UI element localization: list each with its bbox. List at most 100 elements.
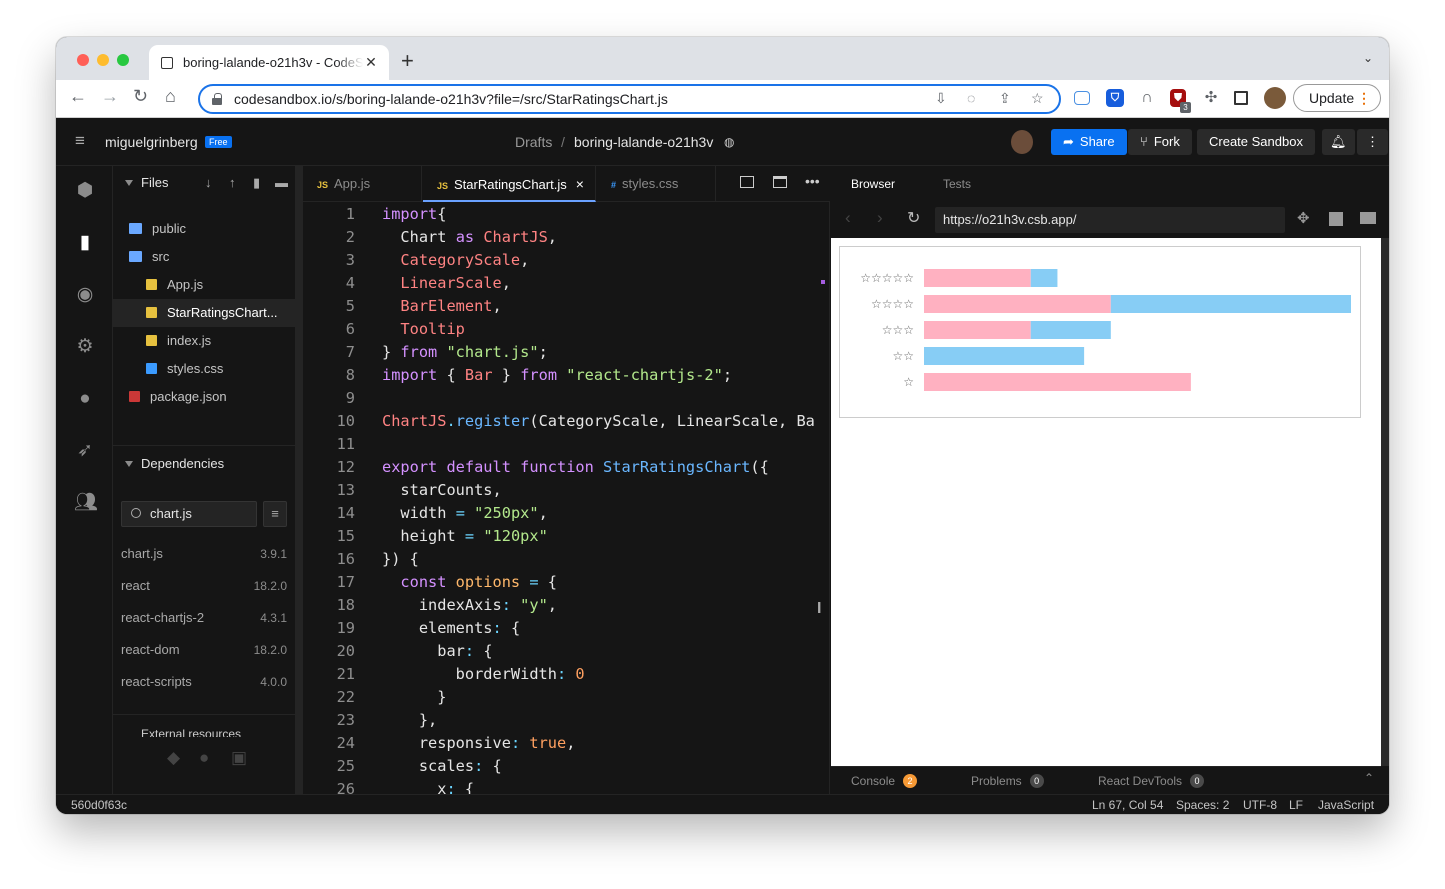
install-icon[interactable]: ⇩ [935,90,947,107]
file-item-package-json[interactable]: package.json [113,383,295,411]
home-icon[interactable]: ⌂ [165,86,176,107]
line-ending[interactable]: LF [1289,795,1303,814]
bar-series-0[interactable] [924,373,1191,391]
menu-icon[interactable]: ≡ [75,131,85,151]
file-item-index-js[interactable]: index.js [113,327,295,355]
sandbox-name[interactable]: boring-lalande-o21h3v [574,134,713,150]
more-tabs-icon[interactable]: ••• [805,173,820,189]
new-file-icon[interactable]: ▮ [253,166,260,200]
tab-app-js[interactable]: JS App.js [303,166,422,202]
browser-tab[interactable]: boring-lalande-o21h3v - CodeSandbox ✕ [149,45,389,80]
close-icon[interactable]: × [576,176,584,192]
file-item-styles-css[interactable]: styles.css [113,355,295,383]
collaborator-avatar[interactable] [1011,130,1033,154]
twitter-icon[interactable]: ◆ [167,748,180,768]
dependencies-section-header[interactable]: Dependencies [113,447,295,481]
back-icon[interactable]: ← [69,86,87,107]
close-window-button[interactable] [77,54,89,66]
github-icon[interactable]: ● [74,388,96,410]
create-sandbox-button[interactable]: Create Sandbox [1197,129,1315,155]
close-tab-icon[interactable]: ✕ [363,54,379,71]
line-number: 13 [336,481,355,499]
language-mode[interactable]: JavaScript [1318,795,1374,814]
preview-reload-icon[interactable]: ↻ [907,208,920,228]
file-item-app-js[interactable]: App.js [113,271,295,299]
discord-icon[interactable]: ▣ [231,748,247,768]
file-encoding[interactable]: UTF-8 [1243,795,1277,814]
fork-button[interactable]: ⑂ Fork [1128,129,1192,155]
forward-icon[interactable]: → [101,86,119,107]
file-item-starratingschart-js[interactable]: StarRatingsChart... [113,299,295,327]
dependency-item[interactable]: react 18.2.0 [121,570,287,602]
reload-icon[interactable]: ↻ [133,86,148,107]
tab-tests[interactable]: Tests [943,177,971,191]
bitwarden-icon[interactable]: ⛉ [1106,89,1124,107]
new-folder-icon[interactable]: ▬ [275,166,288,200]
side-panel-icon[interactable] [1234,91,1248,105]
dependency-item[interactable]: react-dom 18.2.0 [121,634,287,666]
tab-browser[interactable]: Browser [851,177,895,191]
code-area[interactable]: 1 2 3 4 5 6 7 8 9 10 11 12 13 14 15 16 17 18 19 20 21 22 23 24 2… [303,202,830,794]
tab-styles-css[interactable]: # styles.css [597,166,716,202]
extension-screenshot-icon[interactable] [1074,91,1090,105]
react-devtools-tab[interactable]: React DevTools 0 [1098,774,1205,788]
file-explorer-icon[interactable]: ▮ [74,232,96,254]
bookmark-star-icon[interactable]: ☆ [1031,90,1044,107]
dependency-item[interactable]: react-scripts 4.0.0 [121,666,287,698]
deploy-rocket-icon[interactable]: ➶ [74,440,96,462]
external-resources-header[interactable]: External resources [125,728,285,737]
upload-icon[interactable]: ↑ [229,166,236,200]
breadcrumb-drafts[interactable]: Drafts [515,134,552,150]
file-item-public[interactable]: public [113,215,295,243]
dependency-list-icon[interactable]: ≡ [263,501,287,527]
extension-arc-icon[interactable]: ∩ [1138,89,1156,107]
bar-series-1[interactable] [1110,295,1351,313]
globe-icon: ◍ [724,135,735,149]
preview-window-mode-icon[interactable] [1360,212,1376,224]
bar-series-1[interactable] [924,347,1085,365]
dependency-item[interactable]: chart.js 3.9.1 [121,538,287,570]
bar-series-1[interactable] [1030,321,1111,339]
dependency-search-input[interactable]: chart.js [121,501,257,527]
eye-off-icon[interactable]: ◌ [967,90,975,106]
preview-window-icon[interactable] [773,176,787,188]
preview-back-icon[interactable]: ‹ [845,208,851,228]
update-button[interactable]: Update ⋮ [1293,84,1381,112]
gear-icon[interactable]: ⚙ [74,336,96,358]
problems-tab[interactable]: Problems 0 [971,774,1044,788]
maximize-window-button[interactable] [117,54,129,66]
minimize-window-button[interactable] [97,54,109,66]
bar-series-0[interactable] [924,295,1111,313]
share-page-icon[interactable]: ⇪ [999,90,1011,107]
bar-series-0[interactable] [924,269,1031,287]
split-view-icon[interactable] [740,176,754,188]
bar-series-0[interactable] [924,321,1031,339]
profile-avatar[interactable] [1264,87,1286,109]
bar-series-1[interactable] [1030,269,1058,287]
cube-icon[interactable]: ⬢ [74,180,96,202]
github-footer-icon[interactable]: ● [199,748,209,768]
responsive-icon[interactable]: ✥ [1297,209,1310,227]
cursor-position[interactable]: Ln 67, Col 54 [1092,795,1163,814]
open-new-window-icon[interactable] [1329,212,1343,226]
preview-scrollbar[interactable] [1381,238,1389,766]
new-tab-icon[interactable]: + [401,48,414,74]
tab-starratingschart-js[interactable]: JS StarRatingsChart.js × [423,166,596,202]
files-section-header[interactable]: Files ↓ ↑ ▮ ▬ [113,166,295,200]
notifications-button[interactable]: 🔔︎ [1322,129,1355,155]
preview-url-input[interactable]: https://o21h3v.csb.app/ [935,207,1285,233]
extensions-puzzle-icon[interactable]: ✣ [1202,89,1220,107]
file-item-src[interactable]: src [113,243,295,271]
address-bar[interactable]: codesandbox.io/s/boring-lalande-o21h3v?f… [198,84,1061,114]
search-icon[interactable]: ◉ [74,284,96,306]
more-menu-button[interactable]: ⋮ [1357,129,1388,155]
download-icon[interactable]: ↓ [205,166,212,200]
share-button[interactable]: ➦ Share [1051,129,1127,155]
tab-search-icon[interactable]: ⌄ [1363,51,1373,65]
collapse-devtools-icon[interactable]: ⌃ [1364,771,1374,785]
indent-spaces[interactable]: Spaces: 2 [1176,795,1229,814]
live-users-icon[interactable]: 👥︎ [74,492,98,514]
preview-forward-icon[interactable]: › [877,208,883,228]
dependency-item[interactable]: react-chartjs-2 4.3.1 [121,602,287,634]
console-tab[interactable]: Console 2 [851,774,918,788]
